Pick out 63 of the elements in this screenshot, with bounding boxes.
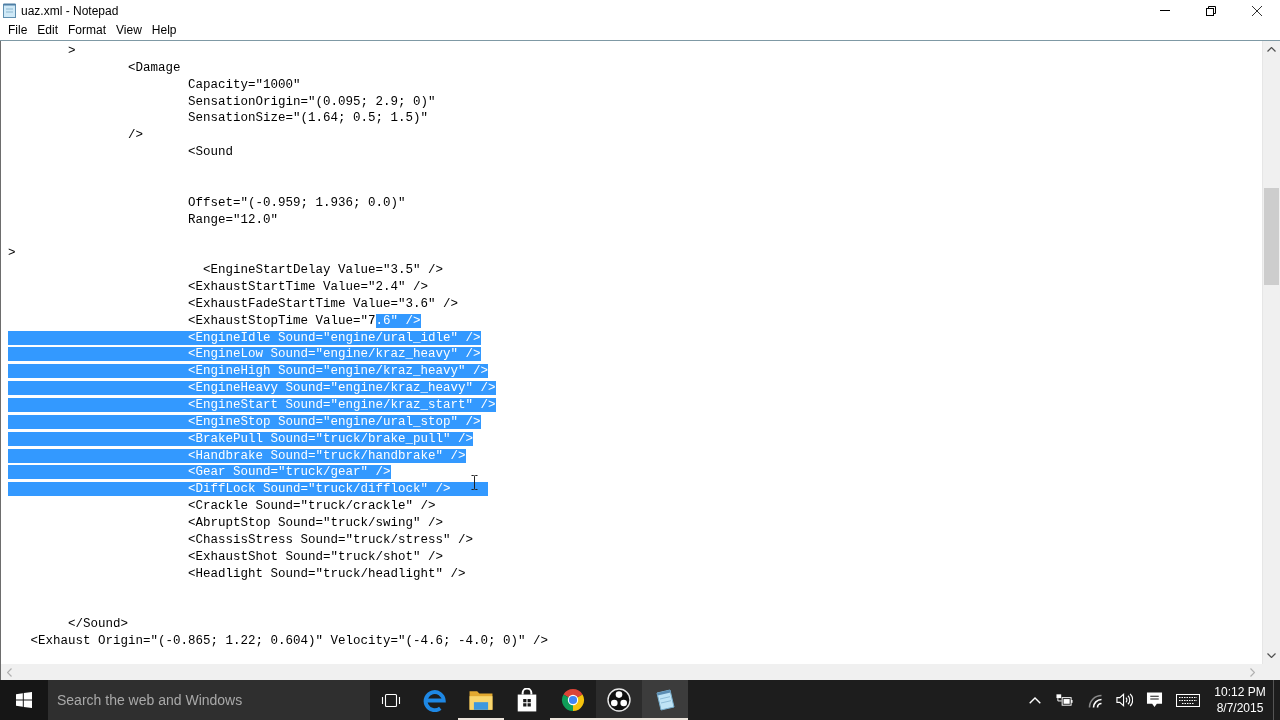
letter-e-arc-icon (423, 688, 447, 712)
menu-item[interactable]: View (111, 21, 147, 40)
code-text: Capacity="1000" (188, 77, 301, 92)
code-text: /> (128, 128, 144, 143)
close-icon (1252, 5, 1262, 16)
code-text: <Sound (188, 145, 234, 160)
text-cursor-icon (471, 475, 478, 490)
selected-text: <EngineStart Sound="engine/kraz_start" /> (8, 398, 496, 413)
menu-item[interactable]: Format (63, 21, 112, 40)
code-text: Range="12.0" (188, 212, 279, 227)
code-text: <ExhaustStopTime Value="7 (188, 313, 376, 328)
selected-text: <EngineHeavy Sound="engine/kraz_heavy" /> (8, 381, 496, 396)
chevron-up-icon (1029, 696, 1041, 704)
selected-text: <BrakePull Sound="truck/brake_pull" /> (8, 431, 474, 446)
notepad-icon (3, 3, 16, 18)
shopping-bag-icon (515, 688, 539, 712)
battery-plug-icon (1055, 692, 1073, 708)
minimize-icon (1160, 10, 1170, 11)
selected-text: <EngineIdle Sound="engine/ural_idle" /> (8, 330, 481, 345)
three-segment-circle-icon (561, 688, 585, 712)
code-text: <ExhaustFadeStartTime Value="3.6" /> (188, 296, 459, 311)
selected-text: <EngineLow Sound="engine/kraz_heavy" /> (8, 347, 481, 362)
menu-item[interactable]: Edit (32, 21, 64, 40)
selected-text: <DiffLock Sound="truck/difflock" /> (8, 482, 489, 497)
message-icon (1145, 692, 1163, 708)
three-dot-circle-icon (607, 688, 631, 712)
folder-icon (469, 688, 493, 712)
selected-text: <EngineHigh Sound="engine/kraz_heavy" /> (8, 364, 489, 379)
code-text: <EngineStartDelay Value="3.5" /> (203, 263, 444, 278)
code-text: Offset="(-0.959; 1.936; 0.0)" (188, 195, 406, 210)
code-text: <ChassisStress Sound="truck/stress" /> (188, 532, 474, 547)
code-text: <Exhaust Origin="(-0.865; 1.22; 0.604)" Velocity="(-4.6; -4.0; 0)" /> (30, 634, 549, 649)
selected-text: <EngineStop Sound="engine/ural_stop" /> (8, 414, 481, 429)
taskbar-app-button[interactable] (596, 680, 642, 720)
keyboard-icon (1176, 693, 1200, 707)
code-text: SensationSize="(1.64; 0.5; 1.5)" (188, 111, 429, 126)
four-panes-icon (16, 692, 32, 708)
selected-text: .6" /> (375, 313, 421, 328)
code-text: > (68, 44, 76, 58)
vertical-scrollbar[interactable] (1262, 41, 1280, 664)
code-text: > (8, 246, 16, 261)
start-button[interactable] (0, 680, 48, 720)
notepad-icon (653, 688, 677, 712)
code-text: <AbruptStop Sound="truck/swing" /> (188, 516, 444, 531)
selected-text: <Handbrake Sound="truck/handbrake" /> (8, 448, 466, 463)
selected-text: <Gear Sound="truck/gear" /> (8, 465, 391, 480)
search-field[interactable]: Search the web and Windows (48, 680, 370, 720)
menu-item[interactable]: Help (146, 21, 182, 40)
code-text: <Damage (128, 60, 181, 75)
code-text: <Crackle Sound="truck/crackle" /> (188, 499, 436, 514)
speaker-icon (1115, 692, 1133, 708)
code-text: <ExhaustShot Sound="truck/shot" /> (188, 549, 444, 564)
task-view-icon (381, 692, 401, 708)
clock-button[interactable]: 10:12 PM 8/7/2015 (1207, 680, 1273, 720)
window-title: uaz.xml - Notepad (21, 3, 119, 18)
menu-item[interactable]: File (3, 21, 33, 40)
code-text: </Sound> (68, 617, 129, 632)
scrollbar-thumb[interactable] (1264, 188, 1279, 285)
code-text: <Headlight Sound="truck/headlight" /> (188, 566, 466, 581)
taskbar-app-button[interactable] (642, 680, 688, 720)
code-text: <ExhaustStartTime Value="2.4" /> (188, 280, 429, 295)
code-text: SensationOrigin="(0.095; 2.9; 0)" (188, 94, 436, 109)
restore-icon (1206, 5, 1216, 16)
